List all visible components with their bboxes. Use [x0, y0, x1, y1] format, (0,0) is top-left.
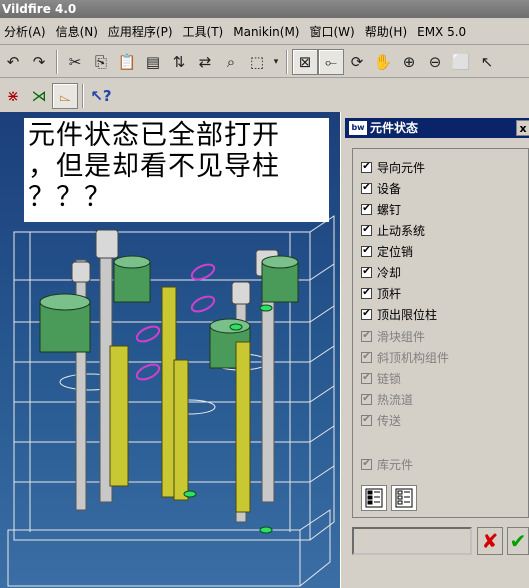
- checkbox[interactable]: ✔: [361, 308, 372, 320]
- repaint-icon[interactable]: ⊠: [292, 48, 318, 75]
- datum-axes-icon[interactable]: ⋇: [0, 83, 26, 109]
- item-label: 斜顶机构组件: [377, 350, 450, 365]
- cursor-icon[interactable]: ↖: [474, 49, 500, 75]
- app-window: Vildfire 4.0 分析(A) 信息(N) 应用程序(P) 工具(T) M…: [0, 0, 529, 588]
- list-item[interactable]: ✔ 导向元件: [361, 158, 425, 176]
- checkbox: ✔: [361, 351, 372, 363]
- item-label: 顶杆: [377, 286, 402, 301]
- list-item: ✔ 链锁: [361, 369, 401, 387]
- list-item: ✔ 热流道: [361, 390, 413, 408]
- refit-icon[interactable]: ⬜: [448, 49, 474, 75]
- item-label: 螺钉: [377, 202, 402, 217]
- toolbar-separator: [56, 49, 58, 74]
- dropdown-icon[interactable]: ▾: [270, 49, 282, 75]
- checkbox: ✔: [361, 372, 372, 384]
- close-icon[interactable]: x: [516, 120, 529, 136]
- annotation-line-2: ，但是却看不见导柱: [28, 151, 280, 182]
- list-item: ✔ 传送: [361, 411, 401, 429]
- status-field: [352, 527, 472, 555]
- cut-icon[interactable]: ✂: [62, 49, 88, 75]
- item-label: 滑块组件: [377, 329, 426, 344]
- list-item[interactable]: ✔ 设备: [361, 179, 401, 197]
- component-list: ✔ 导向元件 ✔ 设备 ✔ 螺钉 ✔ 止动系统 ✔ 定位销 ✔ 冷却 ✔ 顶杆 ✔ 顶出限位柱 …: [352, 148, 529, 518]
- toolbar-separator: [286, 49, 288, 74]
- item-label: 止动系统: [377, 223, 426, 238]
- panel-title: 元件状态: [370, 121, 419, 135]
- bw-logo-icon: bw: [349, 121, 367, 135]
- checkbox: ✔: [361, 458, 372, 470]
- checkbox: ✔: [361, 330, 372, 342]
- item-label: 顶出限位柱: [377, 307, 438, 322]
- menu-info[interactable]: 信息(N): [52, 21, 104, 43]
- window-title: Vildfire 4.0: [0, 0, 529, 18]
- select-all-icon[interactable]: [361, 485, 387, 511]
- list-item[interactable]: ✔ 螺钉: [361, 200, 401, 218]
- panel-title-bar: bw 元件状态 x: [345, 118, 529, 138]
- menu-analysis[interactable]: 分析(A): [0, 21, 52, 43]
- checkbox: ✔: [361, 414, 372, 426]
- menu-window[interactable]: 窗口(W): [306, 21, 361, 43]
- spin-center-icon[interactable]: ⟜: [318, 48, 344, 75]
- menu-help[interactable]: 帮助(H): [361, 21, 413, 43]
- datum-points-icon[interactable]: ⋊: [26, 83, 52, 109]
- orient-mode-icon[interactable]: ⟳: [344, 49, 370, 75]
- item-label: 传送: [377, 413, 402, 428]
- list-item[interactable]: ✔ 冷却: [361, 263, 401, 281]
- redo-icon[interactable]: ↷: [26, 49, 52, 75]
- ok-button[interactable]: ✔: [507, 527, 529, 555]
- menu-applications[interactable]: 应用程序(P): [104, 21, 179, 43]
- item-label: 定位销: [377, 244, 414, 259]
- item-label: 冷却: [377, 265, 402, 280]
- checkbox[interactable]: ✔: [361, 287, 372, 299]
- annotation-box: 元件状态已全部打开 ，但是却看不见导柱 ？？？: [24, 118, 329, 222]
- menu-tools[interactable]: 工具(T): [179, 21, 230, 43]
- list-item: ✔ 库元件: [361, 455, 413, 473]
- list-item: ✔ 滑块组件: [361, 327, 425, 345]
- toolbar-separator: [82, 83, 84, 108]
- checkbox[interactable]: ✔: [361, 161, 372, 173]
- zoom-in-icon[interactable]: ⊕: [396, 49, 422, 75]
- regen-icon[interactable]: ⇅: [166, 49, 192, 75]
- menu-manikin[interactable]: Manikin(M): [229, 21, 305, 43]
- whats-this-icon[interactable]: ↖?: [88, 83, 114, 109]
- item-label: 热流道: [377, 392, 414, 407]
- item-label: 库元件: [377, 457, 414, 472]
- item-label: 设备: [377, 181, 402, 196]
- annotation-line-1: 元件状态已全部打开: [28, 120, 280, 151]
- checkbox[interactable]: ✔: [361, 224, 372, 236]
- item-label: 链锁: [377, 371, 402, 386]
- zoom-out-icon[interactable]: ⊖: [422, 49, 448, 75]
- cancel-button[interactable]: ✘: [477, 527, 503, 555]
- copy-icon[interactable]: ⎘: [88, 49, 114, 75]
- list-item[interactable]: ✔ 顶出限位柱: [361, 305, 437, 323]
- deselect-all-icon[interactable]: [391, 485, 417, 511]
- coord-sys-icon[interactable]: ⌳: [52, 82, 78, 109]
- toolbar-main: ↶ ↷ ✂ ⎘ 📋 ▤ ⇅ ⇄ ⌕ ⬚ ▾ ⊠ ⟜ ⟳ ✋ ⊕ ⊖ ⬜ ↖: [0, 46, 529, 78]
- checkbox[interactable]: ✔: [361, 203, 372, 215]
- annotation-line-3: ？？？: [28, 182, 112, 213]
- list-item[interactable]: ✔ 止动系统: [361, 221, 425, 239]
- checkbox[interactable]: ✔: [361, 266, 372, 278]
- menu-emx[interactable]: EMX 5.0: [413, 21, 472, 43]
- list-item: ✔ 斜顶机构组件: [361, 348, 449, 366]
- paste-special-icon[interactable]: ▤: [140, 49, 166, 75]
- list-item[interactable]: ✔ 定位销: [361, 242, 413, 260]
- checkbox: ✔: [361, 393, 372, 405]
- pan-icon[interactable]: ✋: [370, 49, 396, 75]
- select-box-icon[interactable]: ⬚: [244, 49, 270, 75]
- list-item[interactable]: ✔ 顶杆: [361, 284, 401, 302]
- find-icon[interactable]: ⌕: [218, 49, 244, 75]
- item-label: 导向元件: [377, 160, 426, 175]
- undo-icon[interactable]: ↶: [0, 49, 26, 75]
- menu-bar: 分析(A) 信息(N) 应用程序(P) 工具(T) Manikin(M) 窗口(…: [0, 19, 529, 45]
- regen-manager-icon[interactable]: ⇄: [192, 49, 218, 75]
- checkbox[interactable]: ✔: [361, 245, 372, 257]
- paste-icon[interactable]: 📋: [114, 49, 140, 75]
- checkbox[interactable]: ✔: [361, 182, 372, 194]
- toolbar-datum: ⋇ ⋊ ⌳ ↖?: [0, 79, 529, 112]
